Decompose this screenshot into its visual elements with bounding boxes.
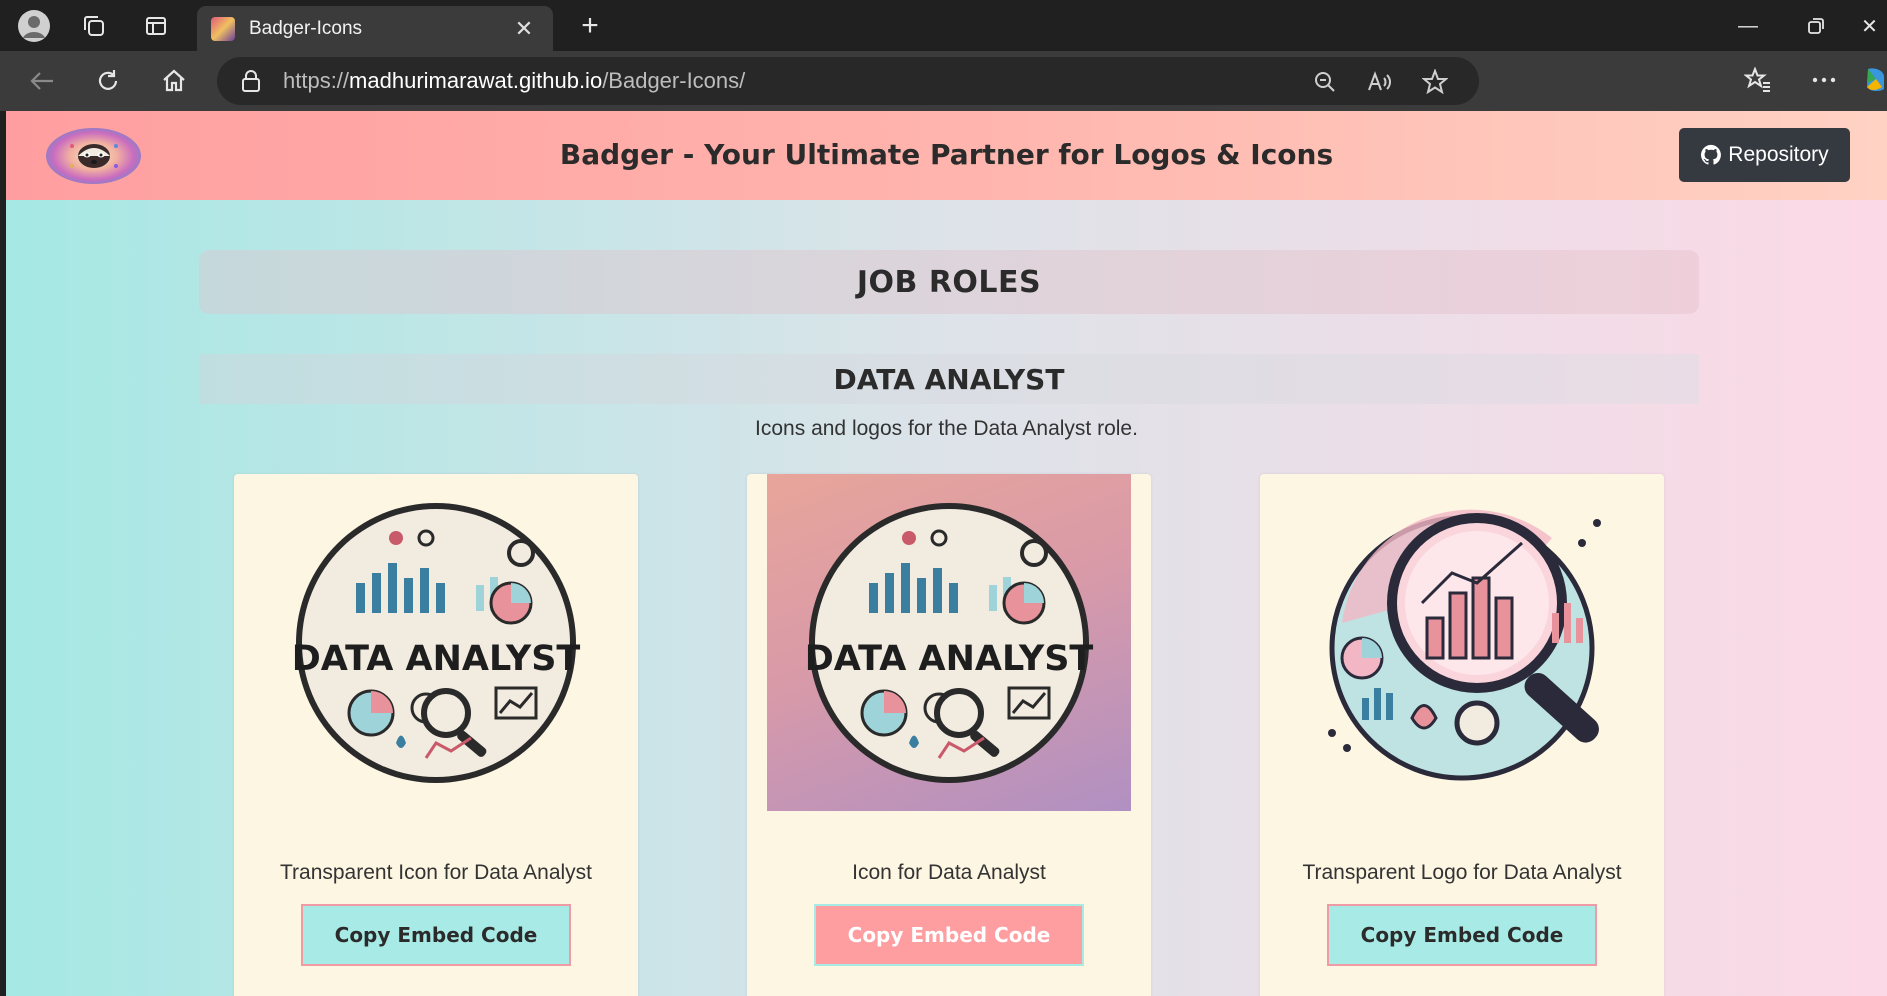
icon-card: Transparent Logo for Data Analyst Copy E… (1260, 474, 1664, 996)
browser-toolbar: https://madhurimarawat.github.io/Badger-… (0, 51, 1887, 111)
back-arrow-icon[interactable] (20, 61, 64, 101)
zoom-out-icon[interactable] (1305, 67, 1345, 97)
copilot-icon[interactable] (1862, 65, 1887, 95)
card-image-text: DATA ANALYST (805, 639, 1094, 679)
card-image: DATA ANALYST (254, 474, 618, 811)
card-label: Transparent Logo for Data Analyst (1302, 861, 1622, 884)
restore-icon[interactable] (1786, 8, 1846, 44)
close-tab-icon[interactable]: ✕ (509, 16, 539, 42)
lock-icon[interactable] (239, 69, 263, 93)
refresh-icon[interactable] (86, 61, 130, 101)
role-description: Icons and logos for the Data Analyst rol… (755, 417, 1138, 440)
card-image-text: DATA ANALYST (292, 639, 581, 679)
new-tab-plus-icon[interactable]: + (570, 8, 610, 44)
browser-tab-bar: Badger-Icons ✕ + — ✕ (0, 0, 1887, 51)
close-window-icon[interactable]: ✕ (1852, 8, 1887, 44)
icon-card: DATA ANALYST Transparent Icon for Data A… (234, 474, 638, 996)
url-scheme: https:// (283, 68, 350, 93)
site-header: Badger - Your Ultimate Partner for Logos… (6, 111, 1887, 200)
url-path: /Badger-Icons/ (602, 68, 746, 93)
favicon-icon (211, 16, 235, 41)
tab-actions-icon[interactable] (130, 7, 182, 45)
card-image (1280, 474, 1644, 811)
github-icon (1701, 144, 1722, 165)
home-icon[interactable] (152, 61, 196, 101)
repository-button-label: Repository (1728, 143, 1829, 166)
minimize-icon[interactable]: — (1718, 8, 1778, 44)
repository-button[interactable]: Repository (1679, 128, 1850, 182)
section-header: JOB ROLES (199, 250, 1699, 314)
favorites-icon[interactable] (1738, 65, 1778, 95)
tab-title: Badger-Icons (249, 17, 363, 39)
page-viewport: Badger - Your Ultimate Partner for Logos… (6, 111, 1887, 996)
icon-card: DATA ANALYST Icon for Data Analyst Copy … (747, 474, 1151, 996)
read-aloud-icon[interactable] (1359, 67, 1399, 97)
magnifier-chart-logo-icon (1328, 509, 1601, 780)
profile-avatar-icon[interactable] (8, 7, 60, 45)
data-analyst-badge-icon: DATA ANALYST (292, 502, 581, 783)
more-options-icon[interactable] (1804, 65, 1844, 95)
copy-embed-code-button[interactable]: Copy Embed Code (814, 904, 1084, 966)
url-text: https://madhurimarawat.github.io/Badger-… (283, 68, 745, 94)
favorite-star-icon[interactable] (1415, 67, 1455, 97)
copy-embed-code-button[interactable]: Copy Embed Code (301, 904, 571, 966)
card-label: Icon for Data Analyst (852, 861, 1046, 884)
site-title: Badger - Your Ultimate Partner for Logos… (559, 138, 1334, 171)
card-image: DATA ANALYST (767, 474, 1131, 811)
copy-embed-code-button[interactable]: Copy Embed Code (1327, 904, 1597, 966)
data-analyst-badge-icon: DATA ANALYST (805, 502, 1094, 783)
url-host: madhurimarawat.github.io (349, 68, 603, 93)
address-bar[interactable]: https://madhurimarawat.github.io/Badger-… (217, 57, 1479, 105)
role-header: DATA ANALYST (199, 354, 1699, 404)
section-title: JOB ROLES (856, 264, 1042, 300)
card-label: Transparent Icon for Data Analyst (279, 861, 593, 884)
role-title: DATA ANALYST (833, 362, 1065, 396)
workspaces-icon[interactable] (68, 7, 120, 45)
tab-badger-icons[interactable]: Badger-Icons ✕ (197, 6, 553, 51)
